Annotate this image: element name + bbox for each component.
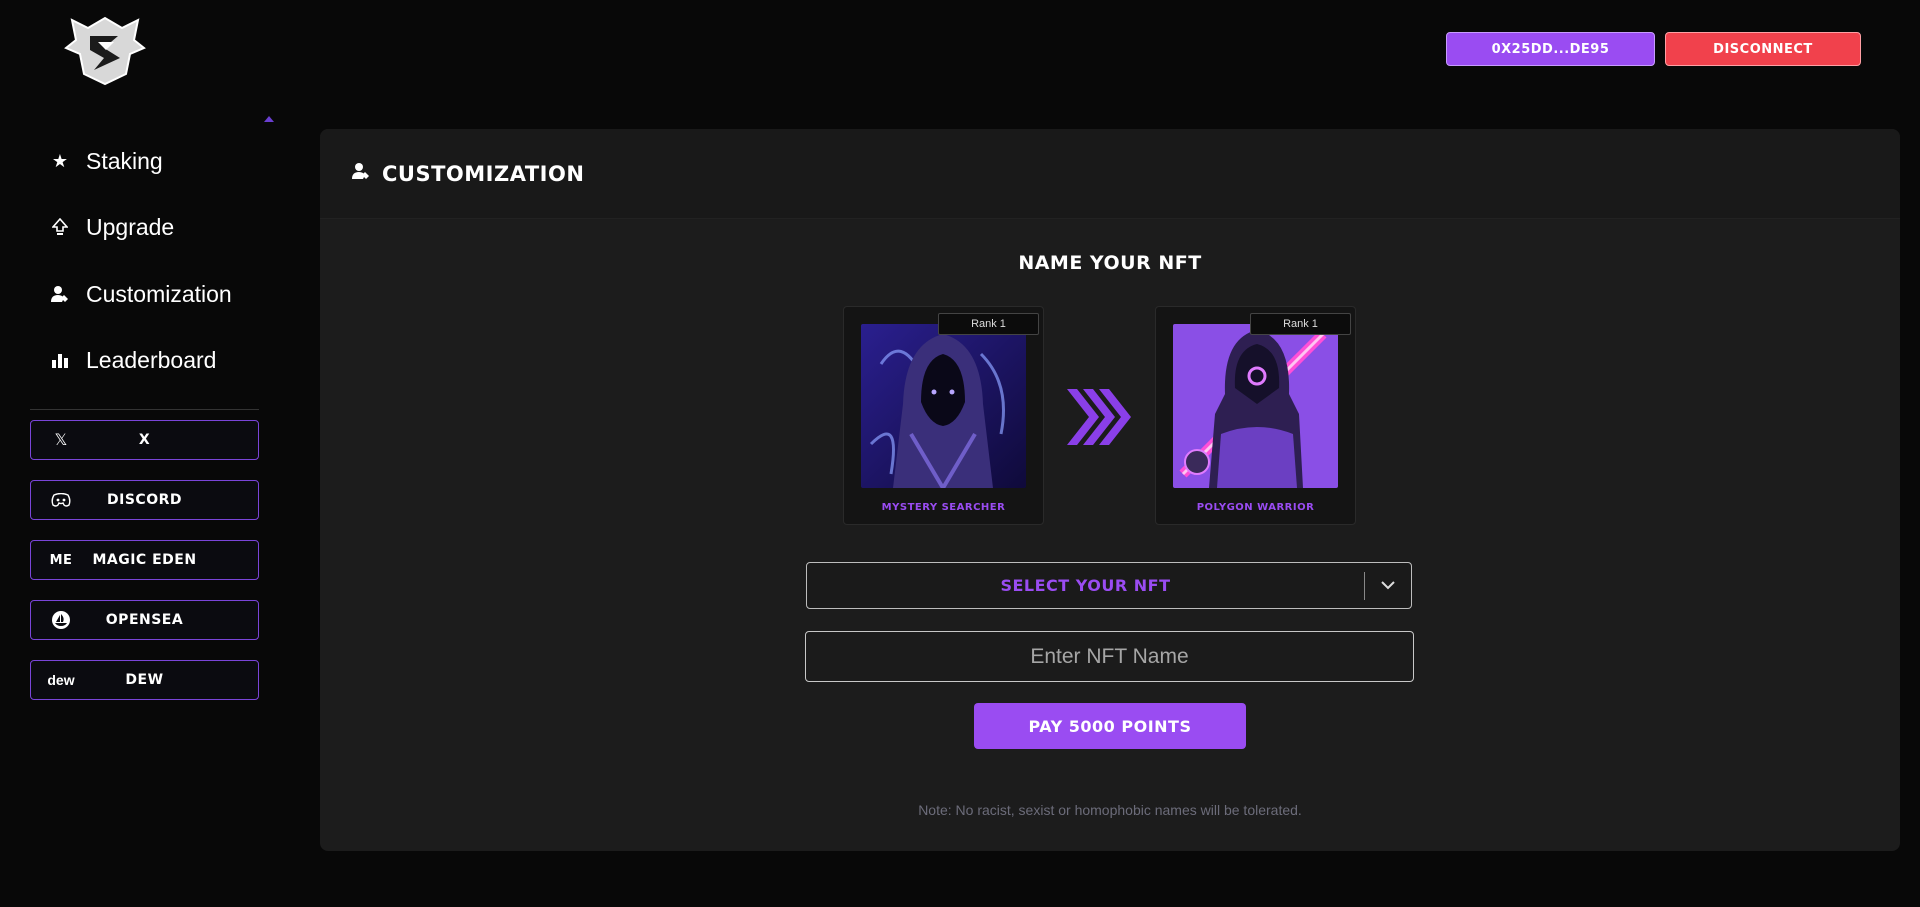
disconnect-button[interactable]: DISCONNECT [1665, 32, 1861, 66]
social-link-magic-eden[interactable]: ME MAGIC EDEN [30, 540, 259, 580]
discord-icon [31, 493, 91, 507]
nft-image-polygon-warrior [1173, 324, 1338, 488]
social-link-discord[interactable]: DISCORD [30, 480, 259, 520]
social-label: DISCORD [107, 492, 182, 508]
sidebar-item-label: Customization [86, 280, 232, 307]
nft-image-mystery-searcher [861, 324, 1026, 488]
sidebar-item-leaderboard[interactable]: Leaderboard [48, 340, 216, 380]
sidebar-item-label: Staking [86, 147, 163, 174]
page-title: CUSTOMIZATION [382, 161, 585, 186]
collapse-caret-icon[interactable] [264, 116, 274, 122]
nft-name-input[interactable] [805, 631, 1414, 682]
nft-card-upgraded: Rank 1 POLYGON WARRIOR [1155, 306, 1356, 525]
user-edit-icon [48, 285, 72, 303]
magic-eden-icon: ME [49, 552, 73, 568]
section-title: NAME YOUR NFT [1018, 252, 1202, 274]
pay-points-button[interactable]: PAY 5000 POINTS [974, 703, 1246, 749]
triple-chevron-right-icon [1065, 387, 1135, 447]
customization-panel: CUSTOMIZATION NAME YOUR NFT Rank 1 MYSTE… [320, 129, 1900, 851]
social-link-x[interactable]: 𝕏 X [30, 420, 259, 460]
star-icon: ★ [51, 150, 69, 171]
sidebar-item-upgrade[interactable]: Upgrade [48, 207, 174, 247]
select-nft-dropdown[interactable]: SELECT YOUR NFT [806, 562, 1412, 609]
sidebar-divider [30, 409, 259, 410]
rank-badge: Rank 1 [1250, 313, 1351, 335]
naming-policy-note: Note: No racist, sexist or homophobic na… [918, 802, 1302, 818]
rank-badge: Rank 1 [938, 313, 1039, 335]
nft-card-current: Rank 1 MYSTERY SEARCHER [843, 306, 1044, 525]
sidebar-item-staking[interactable]: ★ Staking [48, 141, 163, 181]
user-edit-icon [352, 162, 370, 185]
social-link-dew[interactable]: dew DEW [30, 660, 259, 700]
social-label: OPENSEA [105, 612, 184, 628]
sidebar-item-customization[interactable]: Customization [48, 274, 232, 314]
x-logo-icon: 𝕏 [54, 432, 68, 449]
wallet-address-button[interactable]: 0X25DD...DE95 [1446, 32, 1655, 66]
social-label: DEW [125, 672, 164, 688]
nft-name-label: POLYGON WARRIOR [1196, 502, 1315, 513]
select-nft-value: SELECT YOUR NFT [1000, 576, 1171, 595]
dew-icon: dew [47, 672, 75, 688]
dragon-shield-logo [60, 14, 150, 88]
opensea-icon [31, 610, 91, 630]
sidebar-item-label: Leaderboard [86, 346, 217, 373]
bar-chart-icon [48, 352, 72, 368]
social-link-opensea[interactable]: OPENSEA [30, 600, 259, 640]
panel-header: CUSTOMIZATION [320, 129, 1900, 219]
nft-name-label: MYSTERY SEARCHER [881, 502, 1006, 513]
sidebar-item-label: Upgrade [86, 213, 175, 240]
upgrade-arrow-icon [48, 218, 72, 236]
social-label: X [138, 432, 151, 448]
social-label: MAGIC EDEN [92, 552, 197, 568]
chevron-down-icon[interactable] [1365, 581, 1411, 590]
